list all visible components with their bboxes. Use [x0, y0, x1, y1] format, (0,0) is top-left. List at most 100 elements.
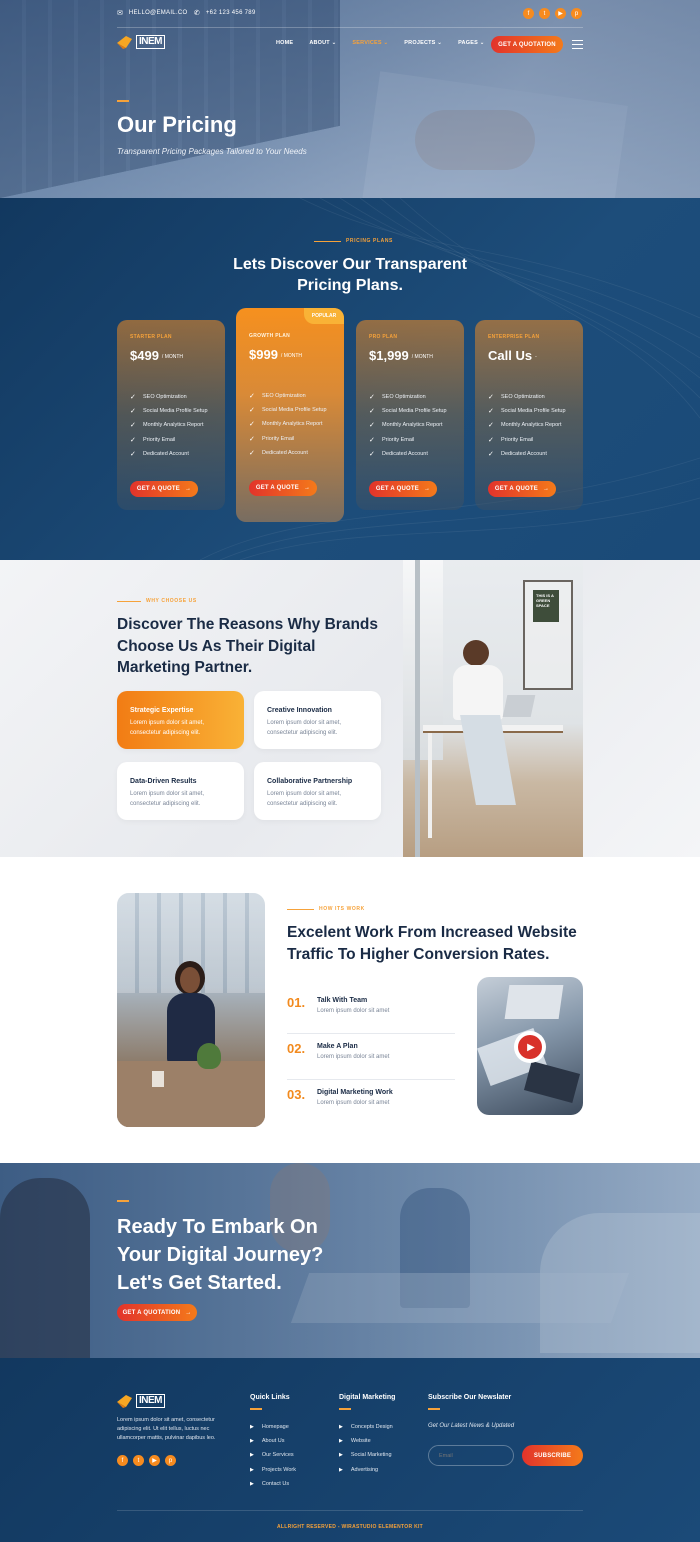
footer-link[interactable]: ▶ About Us — [250, 1434, 296, 1448]
digital-links-list: ▶ Concepts Design ▶ Website ▶ Social Market… — [339, 1420, 393, 1477]
how-title: Excelent Work From Increased Website Tra… — [287, 924, 577, 963]
hamburger-menu-icon[interactable] — [572, 40, 583, 49]
youtube-icon[interactable]: ▶ — [555, 8, 566, 19]
footer: INEM Lorem ipsum dolor sit amet, consect… — [0, 1358, 700, 1542]
logo-text: INEM — [136, 35, 165, 49]
video-thumbnail[interactable]: ▶ — [477, 977, 583, 1115]
why-title: Discover The Reasons Why Brands Choose U… — [117, 616, 378, 676]
facebook-icon[interactable]: f — [117, 1455, 128, 1466]
play-icon: ▶ — [518, 1035, 542, 1059]
check-icon: ✓ — [130, 436, 136, 444]
plan-card-pro: PRO PLAN $1,999/ MONTH ✓ SEO Optimization… — [356, 320, 464, 510]
copyright: ALLRIGHT RESERVED - WIRASTUDIO ELEMENTOR… — [276, 1524, 424, 1530]
topbar-phone-text: +62 123 456 789 — [205, 10, 256, 16]
plan-features: ✓ SEO Optimization ✓ Social Media Profile … — [130, 390, 208, 461]
check-icon: ✓ — [488, 408, 494, 416]
get-quotation-button[interactable]: GET A QUOTATION — [491, 36, 563, 53]
twitter-icon[interactable]: t — [133, 1455, 144, 1466]
get-quote-button[interactable]: GET A QUOTE → — [488, 481, 556, 497]
facebook-icon[interactable]: f — [523, 8, 534, 19]
cta-quotation-button[interactable]: GET A QUOTATION → — [117, 1304, 197, 1321]
page-subtitle: Transparent Pricing Packages Tailored to… — [117, 147, 307, 156]
feature-item: ✓ SEO Optimization — [369, 394, 426, 402]
check-icon: ✓ — [488, 450, 494, 458]
footer-about: Lorem ipsum dolor sit amet, consectetur … — [117, 1417, 216, 1441]
feature-item: ✓ Priority Email — [488, 436, 534, 444]
caret-right-icon: ▶ — [250, 1452, 254, 1459]
get-quote-button[interactable]: GET A QUOTE → — [369, 481, 437, 497]
woman-at-desk-image: THIS IS A GREEN SPACE — [403, 560, 583, 857]
feature-card-strategic[interactable]: Strategic Expertise Lorem ipsum dolor si… — [117, 691, 244, 749]
plan-card-enterprise: ENTERPRISE PLAN Call Us - ✓ SEO Optimizati… — [475, 320, 583, 510]
footer-link[interactable]: ▶ Social Marketing — [339, 1448, 393, 1462]
wave-lines-decoration — [199, 198, 700, 560]
check-icon: ✓ — [249, 393, 255, 401]
feature-card-data-driven[interactable]: Data-Driven Results Lorem ipsum dolor si… — [117, 762, 244, 820]
get-quote-button[interactable]: GET A QUOTE → — [130, 481, 198, 497]
footer-link[interactable]: ▶ Contact Us — [250, 1477, 296, 1491]
feature-item: ✓ Social Media Profile Setup — [488, 408, 566, 416]
topbar-socials: f t ▶ p — [523, 8, 582, 19]
newsletter-email-input[interactable] — [428, 1445, 514, 1466]
footer-link[interactable]: ▶ Concepts Design — [339, 1420, 393, 1434]
plan-price: $1,999/ MONTH — [369, 348, 433, 363]
pinterest-icon[interactable]: p — [571, 8, 582, 19]
subscribe-button[interactable]: SUBSCRIBE — [522, 1445, 583, 1466]
green-space-sign: THIS IS A GREEN SPACE — [533, 590, 559, 622]
logo-mark-icon — [117, 36, 132, 49]
hero-section: ✉ HELLO@EMAIL.CO ✆ +62 123 456 789 f t ▶… — [0, 0, 700, 198]
check-icon: ✓ — [130, 422, 136, 430]
check-icon: ✓ — [488, 422, 494, 430]
caret-right-icon: ▶ — [339, 1438, 343, 1445]
plan-features: ✓ SEO Optimization ✓ Social Media Profile … — [369, 390, 447, 461]
footer-link[interactable]: ▶ Our Services — [250, 1448, 296, 1462]
footer-link[interactable]: ▶ Homepage — [250, 1420, 296, 1434]
plan-card-starter: STARTER PLAN $499/ MONTH ✓ SEO Optimizati… — [117, 320, 225, 510]
nav-home[interactable]: HOME — [276, 40, 293, 46]
how-it-works-section: HOW ITS WORK Excelent Work From Increase… — [0, 857, 700, 1163]
check-icon: ✓ — [369, 450, 375, 458]
topbar-divider — [117, 27, 583, 28]
feature-item: ✓ SEO Optimization — [249, 393, 306, 401]
feature-card-collaborative[interactable]: Collaborative Partnership Lorem ipsum do… — [254, 762, 381, 820]
footer-link[interactable]: ▶ Advertising — [339, 1463, 393, 1477]
youtube-icon[interactable]: ▶ — [149, 1455, 160, 1466]
nav-projects[interactable]: PROJECTS ⌄ — [404, 40, 442, 46]
footer-socials: f t ▶ p — [117, 1455, 176, 1466]
main-nav: HOME ABOUT ⌄ SERVICES ⌄ PROJECTS ⌄ PAGES… — [276, 40, 485, 46]
feature-item: ✓ Monthly Analytics Report — [369, 422, 443, 430]
feature-item: ✓ Priority Email — [369, 436, 415, 444]
arrow-right-icon: → — [184, 486, 192, 492]
cta-title: Ready To Embark On Your Digital Journey?… — [117, 1216, 324, 1294]
feature-card-creative[interactable]: Creative Innovation Lorem ipsum dolor si… — [254, 691, 381, 749]
feature-item: ✓ Monthly Analytics Report — [130, 422, 204, 430]
twitter-icon[interactable]: t — [539, 8, 550, 19]
page-title: Our Pricing — [117, 112, 237, 137]
play-button[interactable]: ▶ — [514, 1031, 546, 1063]
check-icon: ✓ — [130, 408, 136, 416]
feature-item: ✓ Priority Email — [130, 436, 176, 444]
get-quote-button[interactable]: GET A QUOTE → — [249, 480, 317, 496]
topbar-email[interactable]: ✉ HELLO@EMAIL.CO — [117, 9, 188, 17]
logo[interactable]: INEM — [117, 35, 165, 49]
nav-services[interactable]: SERVICES ⌄ — [352, 40, 388, 46]
caret-right-icon: ▶ — [250, 1438, 254, 1445]
nav-pages[interactable]: PAGES ⌄ — [458, 40, 484, 46]
feature-item: ✓ Dedicated Account — [130, 450, 189, 458]
feature-item: ✓ Social Media Profile Setup — [130, 408, 208, 416]
footer-link[interactable]: ▶ Website — [339, 1434, 393, 1448]
plan-card-growth: POPULAR GROWTH PLAN $999/ MONTH ✓ SEO Opt… — [236, 308, 344, 522]
topbar-phone[interactable]: ✆ +62 123 456 789 — [194, 9, 256, 17]
caret-right-icon: ▶ — [339, 1424, 343, 1431]
feature-item: ✓ Dedicated Account — [249, 449, 308, 457]
arrow-right-icon: → — [423, 486, 431, 492]
pinterest-icon[interactable]: p — [165, 1455, 176, 1466]
check-icon: ✓ — [130, 394, 136, 402]
caret-right-icon: ▶ — [250, 1480, 254, 1487]
footer-logo[interactable]: INEM — [117, 1394, 165, 1408]
nav-about[interactable]: ABOUT ⌄ — [309, 40, 336, 46]
caret-right-icon: ▶ — [250, 1466, 254, 1473]
feature-item: ✓ SEO Optimization — [488, 394, 545, 402]
quick-links-list: ▶ Homepage ▶ About Us ▶ Our Services ▶ Proje… — [250, 1420, 296, 1491]
footer-link[interactable]: ▶ Projects Work — [250, 1463, 296, 1477]
